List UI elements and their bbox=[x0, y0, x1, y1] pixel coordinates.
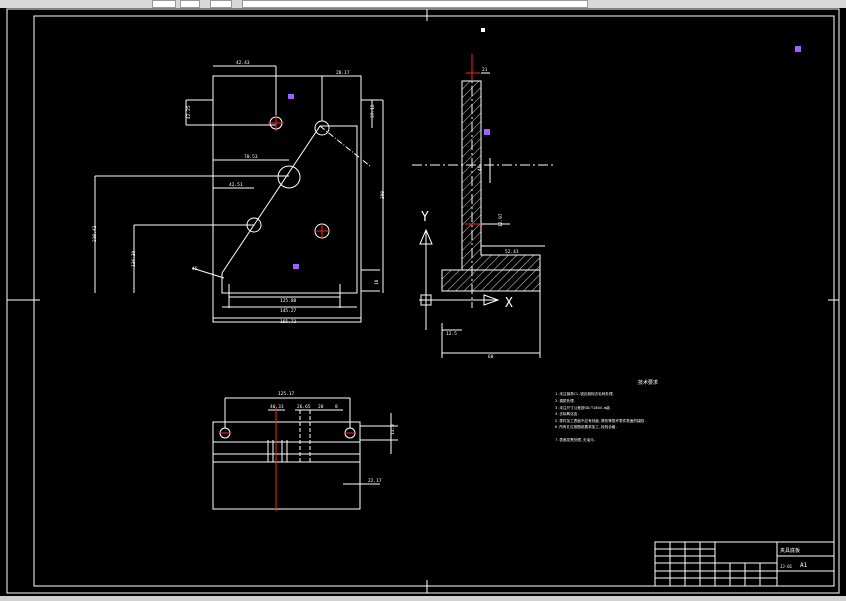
side-view bbox=[412, 68, 556, 358]
dim-front-angle: 45 bbox=[192, 266, 198, 272]
title-block-name: 夹具底板 bbox=[780, 547, 800, 554]
top-view bbox=[212, 397, 398, 510]
note-line-5: 5.零件加工表面不应有划痕,擦伤等损坏零件表面的缺陷. bbox=[555, 418, 646, 423]
dim-side-step: 12.97 bbox=[498, 213, 504, 227]
dim-front-left-vert: 42.25 bbox=[186, 105, 192, 119]
title-block-sheet: A1 bbox=[800, 562, 808, 569]
dim-side-mid: 40 bbox=[477, 165, 483, 171]
dim-front-slot: 18 bbox=[374, 279, 380, 285]
note-line-1: 1.未注倒角C1,锐边倒钝去毛刺处理. bbox=[555, 391, 615, 396]
toolbar-strip bbox=[0, 0, 846, 8]
dim-top-b: 26.65 bbox=[297, 404, 311, 410]
dim-front-right-vert: 37.12 bbox=[370, 104, 376, 118]
drawing-canvas[interactable]: 42.43 28.17 42.25 37.12 70.53 42.51 210.… bbox=[0, 8, 846, 596]
toolbar-field-2[interactable] bbox=[180, 0, 200, 8]
note-line-6: 6.所有孔位按图纸要求加工,检验合格. bbox=[555, 424, 618, 429]
note-line-3: 3.未注尺寸公差按GB/T1804-m级. bbox=[555, 405, 612, 410]
dim-front-far-left: 210.42 bbox=[92, 225, 98, 242]
toolbar-field-1[interactable] bbox=[152, 0, 176, 8]
command-input[interactable] bbox=[242, 0, 588, 8]
outer-frame bbox=[6, 8, 840, 594]
front-view-centerlines bbox=[268, 115, 330, 239]
dim-front-bottom-c: 165.72 bbox=[280, 319, 297, 325]
front-view bbox=[94, 65, 384, 323]
axis-label-y: Y bbox=[421, 210, 429, 225]
dim-side-flange: 52.43 bbox=[505, 249, 519, 255]
axis-label-x: X bbox=[505, 296, 513, 311]
dim-top-lower: 22.17 bbox=[368, 478, 382, 484]
status-strip bbox=[0, 596, 846, 601]
dim-top-right: 13.3 bbox=[390, 424, 396, 435]
dim-top-c: 20 bbox=[318, 404, 324, 410]
dim-front-top-right: 28.17 bbox=[336, 70, 350, 76]
dim-top-d: 8 bbox=[335, 404, 338, 410]
toolbar-field-3[interactable] bbox=[210, 0, 232, 8]
dim-front-bottom-b: 145.27 bbox=[280, 308, 297, 314]
dim-front-lower-horiz: 42.51 bbox=[229, 182, 243, 188]
dim-front-top-left: 42.43 bbox=[236, 60, 250, 66]
view-marker bbox=[481, 28, 485, 32]
dim-front-right-total: 300 bbox=[380, 191, 386, 199]
note-line-4: 4.去除氧化皮. bbox=[555, 411, 579, 416]
dim-front-bottom-a: 125.88 bbox=[280, 298, 297, 304]
dim-side-total: 60 bbox=[488, 354, 494, 360]
snap-markers bbox=[288, 46, 801, 269]
dim-top-a: 40.33 bbox=[270, 404, 284, 410]
note-line-7: 7.表面发黑处理,无油污. bbox=[555, 437, 596, 442]
notes-title: 技术要求 bbox=[638, 379, 658, 386]
inner-frame bbox=[33, 15, 835, 587]
dim-top-overall: 125.17 bbox=[278, 391, 295, 397]
note-line-2: 2.调质处理. bbox=[555, 398, 576, 403]
title-block-code: JJ-01 bbox=[780, 564, 793, 569]
dim-front-mid-horiz: 70.53 bbox=[244, 154, 258, 160]
dim-front-inner-left: 136.39 bbox=[131, 250, 137, 267]
dim-side-top: 21 bbox=[482, 67, 488, 73]
dim-side-base: 12.5 bbox=[446, 331, 457, 337]
